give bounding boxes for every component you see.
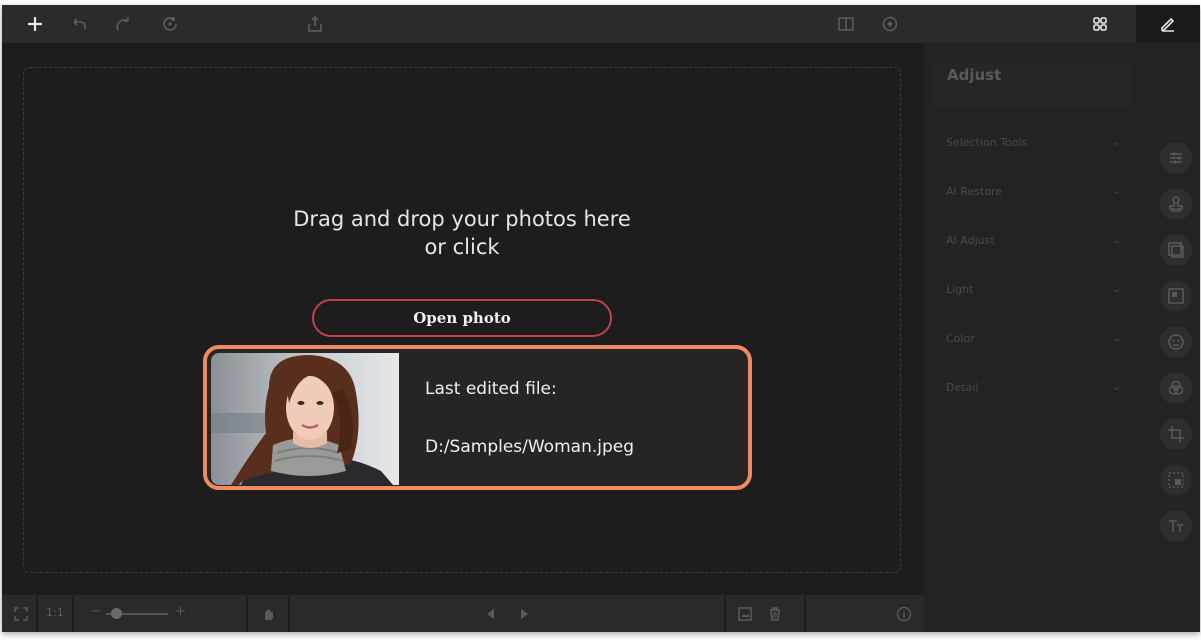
reset-icon[interactable] (155, 9, 185, 39)
drop-instructions: Drag and drop your photos here or click (212, 205, 712, 261)
stamp-icon[interactable] (1160, 188, 1192, 220)
last-edited-label: Last edited file: (425, 379, 557, 399)
preview-icon[interactable] (875, 9, 905, 39)
zoom-in-button[interactable]: + (175, 604, 186, 619)
section-detail[interactable]: Detail ⌄ (946, 381, 1121, 401)
text-icon[interactable] (1160, 510, 1192, 542)
section-ai-restore[interactable]: AI Restore ⌄ (946, 185, 1121, 205)
previous-photo-icon[interactable] (480, 603, 502, 625)
top-toolbar (2, 5, 1200, 43)
section-label: AI Adjust (946, 234, 995, 247)
chevron-down-icon: ⌄ (1112, 186, 1121, 197)
bottom-divider (36, 595, 38, 632)
section-label: Color (946, 332, 975, 345)
last-edited-file-card[interactable]: Last edited file: D:/Samples/Woman.jpeg (203, 345, 752, 490)
section-ai-adjust[interactable]: AI Adjust ⌄ (946, 234, 1121, 254)
last-edited-path: D:/Samples/Woman.jpeg (425, 437, 635, 457)
chevron-down-icon: ⌄ (1112, 333, 1121, 344)
adjust-sliders-icon[interactable] (1160, 142, 1192, 174)
zoom-actual-size-button[interactable]: 1:1 (46, 606, 64, 619)
compare-icon[interactable] (831, 9, 861, 39)
section-selection-tools[interactable]: Selection Tools ⌄ (946, 136, 1121, 156)
undo-icon[interactable] (64, 9, 94, 39)
section-light[interactable]: Light ⌄ (946, 283, 1121, 303)
bottom-divider (288, 595, 290, 632)
section-label: Detail (946, 381, 979, 394)
redo-icon[interactable] (108, 9, 138, 39)
bottom-divider (724, 595, 726, 632)
drop-text-line1: Drag and drop your photos here (293, 207, 631, 231)
export-icon[interactable] (300, 9, 330, 39)
info-icon[interactable] (893, 603, 915, 625)
bottom-divider (72, 595, 74, 632)
edit-icon[interactable] (1136, 5, 1200, 43)
section-color[interactable]: Color ⌄ (946, 332, 1121, 352)
layers-icon[interactable] (1160, 280, 1192, 312)
image-icon[interactable] (1160, 234, 1192, 266)
zoom-out-button[interactable]: − (90, 604, 101, 619)
panel-title: Adjust (947, 66, 1002, 84)
chevron-down-icon: ⌄ (1112, 382, 1121, 393)
filters-icon[interactable] (1160, 372, 1192, 404)
chevron-down-icon: ⌄ (1112, 235, 1121, 246)
adjust-panel: Adjust Selection Tools ⌄ AI Restore ⌄ AI… (924, 43, 1200, 632)
delete-icon[interactable] (764, 603, 786, 625)
resize-icon[interactable] (1160, 464, 1192, 496)
section-label: Selection Tools (946, 136, 1028, 149)
save-image-icon[interactable] (734, 603, 756, 625)
crop-icon[interactable] (1160, 418, 1192, 450)
section-label: AI Restore (946, 185, 1003, 198)
chevron-down-icon: ⌄ (1112, 137, 1121, 148)
bottom-divider (804, 595, 806, 632)
app-window: Drag and drop your photos here or click … (2, 5, 1200, 632)
grid-view-icon[interactable] (1085, 9, 1115, 39)
fit-screen-icon[interactable] (10, 603, 32, 625)
photo-canvas[interactable]: Drag and drop your photos here or click … (2, 43, 924, 595)
hand-tool-icon[interactable] (257, 603, 279, 625)
next-photo-icon[interactable] (513, 603, 535, 625)
add-icon[interactable] (20, 9, 50, 39)
face-icon[interactable] (1160, 326, 1192, 358)
chevron-down-icon: ⌄ (1112, 284, 1121, 295)
bottom-divider (246, 595, 248, 632)
section-label: Light (946, 283, 974, 296)
last-file-thumbnail (211, 353, 399, 485)
drop-text-line2: or click (424, 235, 500, 259)
open-photo-button[interactable]: Open photo (312, 299, 612, 337)
bottom-toolbar: 1:1 − + (2, 595, 924, 632)
zoom-slider-handle[interactable] (111, 608, 123, 619)
